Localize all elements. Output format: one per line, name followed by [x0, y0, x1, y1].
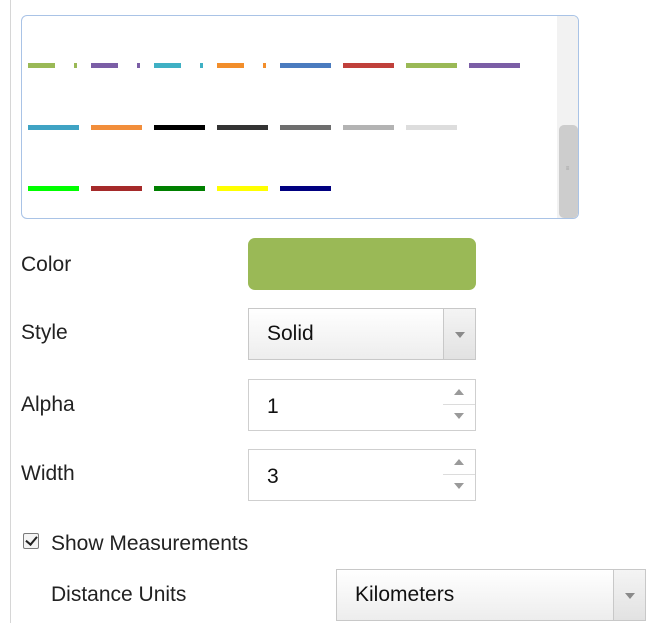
- width-increment-button[interactable]: [443, 450, 475, 475]
- alpha-value[interactable]: 1: [267, 395, 279, 419]
- chevron-down-icon: [625, 593, 635, 599]
- chevron-down-icon: [455, 332, 465, 338]
- arrow-up-icon: [454, 389, 464, 395]
- line-style-swatch[interactable]: [28, 186, 79, 191]
- line-style-swatch[interactable]: [280, 186, 331, 191]
- line-style-swatch[interactable]: [469, 63, 520, 68]
- distance-units-label: Distance Units: [51, 583, 187, 606]
- line-style-swatch[interactable]: [28, 63, 79, 68]
- line-style-swatch[interactable]: [91, 186, 142, 191]
- line-style-swatch[interactable]: [406, 63, 457, 68]
- line-style-swatch[interactable]: [343, 125, 394, 130]
- width-spinner[interactable]: 3: [248, 449, 476, 501]
- line-style-swatch[interactable]: [154, 125, 205, 130]
- alpha-decrement-button[interactable]: [443, 405, 475, 430]
- width-decrement-button[interactable]: [443, 475, 475, 500]
- line-style-palette: [21, 15, 579, 219]
- line-style-swatch[interactable]: [91, 125, 142, 130]
- alpha-label: Alpha: [21, 393, 75, 416]
- line-style-swatch[interactable]: [280, 125, 331, 130]
- width-label: Width: [21, 462, 75, 485]
- color-label: Color: [21, 253, 72, 276]
- line-style-swatch[interactable]: [217, 63, 268, 68]
- line-style-swatch[interactable]: [154, 186, 205, 191]
- show-measurements-label[interactable]: Show Measurements: [51, 532, 248, 556]
- distance-units-value: Kilometers: [355, 583, 455, 606]
- style-select-value: Solid: [267, 322, 314, 345]
- style-label: Style: [21, 321, 68, 344]
- scroll-grip-icon: ≡: [565, 166, 570, 172]
- line-style-swatch[interactable]: [343, 63, 394, 68]
- style-select[interactable]: Solid: [248, 308, 476, 360]
- distance-units-select[interactable]: Kilometers: [336, 569, 646, 621]
- line-style-swatch[interactable]: [406, 125, 457, 130]
- distance-units-dropdown-button[interactable]: [613, 570, 645, 620]
- alpha-increment-button[interactable]: [443, 380, 475, 405]
- arrow-down-icon: [454, 413, 464, 419]
- line-style-swatch[interactable]: [217, 125, 268, 130]
- line-style-swatch[interactable]: [217, 186, 268, 191]
- check-icon: [25, 533, 38, 546]
- line-style-swatch[interactable]: [154, 63, 205, 68]
- panel-left-border: [10, 0, 11, 623]
- show-measurements-checkbox[interactable]: [23, 533, 39, 549]
- line-style-swatch[interactable]: [91, 63, 142, 68]
- line-style-swatch[interactable]: [280, 63, 331, 68]
- arrow-up-icon: [454, 459, 464, 465]
- line-style-swatch[interactable]: [28, 125, 79, 130]
- arrow-down-icon: [454, 483, 464, 489]
- width-value[interactable]: 3: [267, 465, 279, 489]
- style-dropdown-button[interactable]: [443, 309, 475, 359]
- color-picker-swatch[interactable]: [248, 238, 476, 290]
- alpha-spinner[interactable]: 1: [248, 379, 476, 431]
